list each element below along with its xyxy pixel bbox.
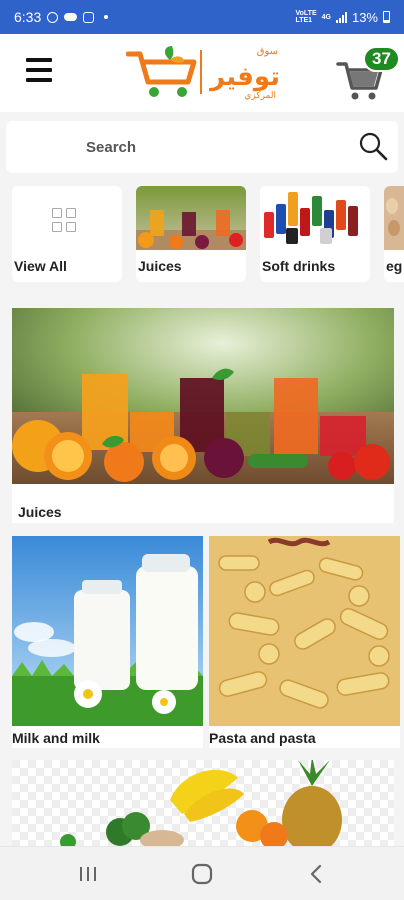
category-label: eg (386, 258, 403, 274)
home-icon (191, 863, 213, 885)
back-icon (310, 864, 322, 884)
category-juices[interactable]: Juices (136, 186, 246, 282)
volte-label: VoLTE (295, 10, 317, 17)
back-button[interactable] (296, 859, 336, 889)
featured-title: Milk and milk (12, 730, 100, 746)
cloud-icon (64, 13, 78, 21)
logo-divider (200, 50, 202, 94)
featured-card-pasta[interactable]: Pasta and pasta (209, 536, 400, 748)
store-logo: سوق توفير المركزي (126, 44, 282, 100)
grid-icon (52, 208, 76, 232)
signal-icon (335, 11, 347, 23)
status-bar: 6:33 VoLTE LTE1 4G 13% (0, 0, 404, 34)
battery-percent: 13% (351, 9, 378, 25)
featured-title: Pasta and pasta (209, 730, 316, 746)
category-view-all[interactable]: View All (12, 186, 122, 282)
featured-title: Juices (18, 504, 62, 520)
featured-card-juices[interactable]: Juices (12, 308, 394, 523)
pasta-image (209, 536, 400, 726)
logo-text-bottom: المركزي (244, 90, 276, 100)
featured-card-milk[interactable]: Milk and milk (12, 536, 203, 748)
more-notifications-dot (104, 15, 109, 19)
storage-icon (83, 11, 95, 23)
cart-count-badge: 37 (363, 46, 400, 72)
network-indicator: VoLTE LTE1 (295, 10, 316, 24)
recents-icon (80, 867, 96, 881)
logo-cart-icon (126, 46, 197, 97)
logo-text-top: سوق (256, 46, 278, 57)
juices-banner-image (12, 308, 394, 484)
category-label: Juices (138, 258, 182, 274)
app-header: سوق توفير المركزي 37 (0, 34, 404, 112)
featured-card-fruits[interactable] (12, 760, 394, 846)
milk-image (12, 536, 203, 726)
system-navigation-bar (0, 846, 404, 900)
lte-label: LTE1 (295, 17, 313, 24)
category-soft-drinks[interactable]: Soft drinks (260, 186, 370, 282)
status-time: 6:33 (14, 9, 42, 25)
battery-icon (383, 11, 390, 23)
search-input[interactable] (6, 121, 346, 173)
search-icon[interactable] (358, 131, 388, 161)
search-bar (6, 121, 398, 173)
recents-button[interactable] (68, 859, 108, 889)
eggs-thumbnail (384, 186, 404, 250)
home-button[interactable] (182, 859, 222, 889)
signal-tag: 4G (321, 13, 331, 21)
hamburger-menu-icon[interactable] (26, 58, 52, 82)
logo-text-main: توفير (210, 62, 280, 92)
soft-drinks-thumbnail (260, 186, 370, 250)
category-strip: View All Juices Soft drinks eg (0, 186, 404, 282)
juices-thumbnail (136, 186, 246, 250)
app-notification-icon (47, 11, 59, 23)
category-eggs[interactable]: eg (384, 186, 404, 282)
category-label: Soft drinks (262, 258, 336, 274)
fruits-image (12, 760, 394, 846)
category-label: View All (14, 258, 67, 274)
